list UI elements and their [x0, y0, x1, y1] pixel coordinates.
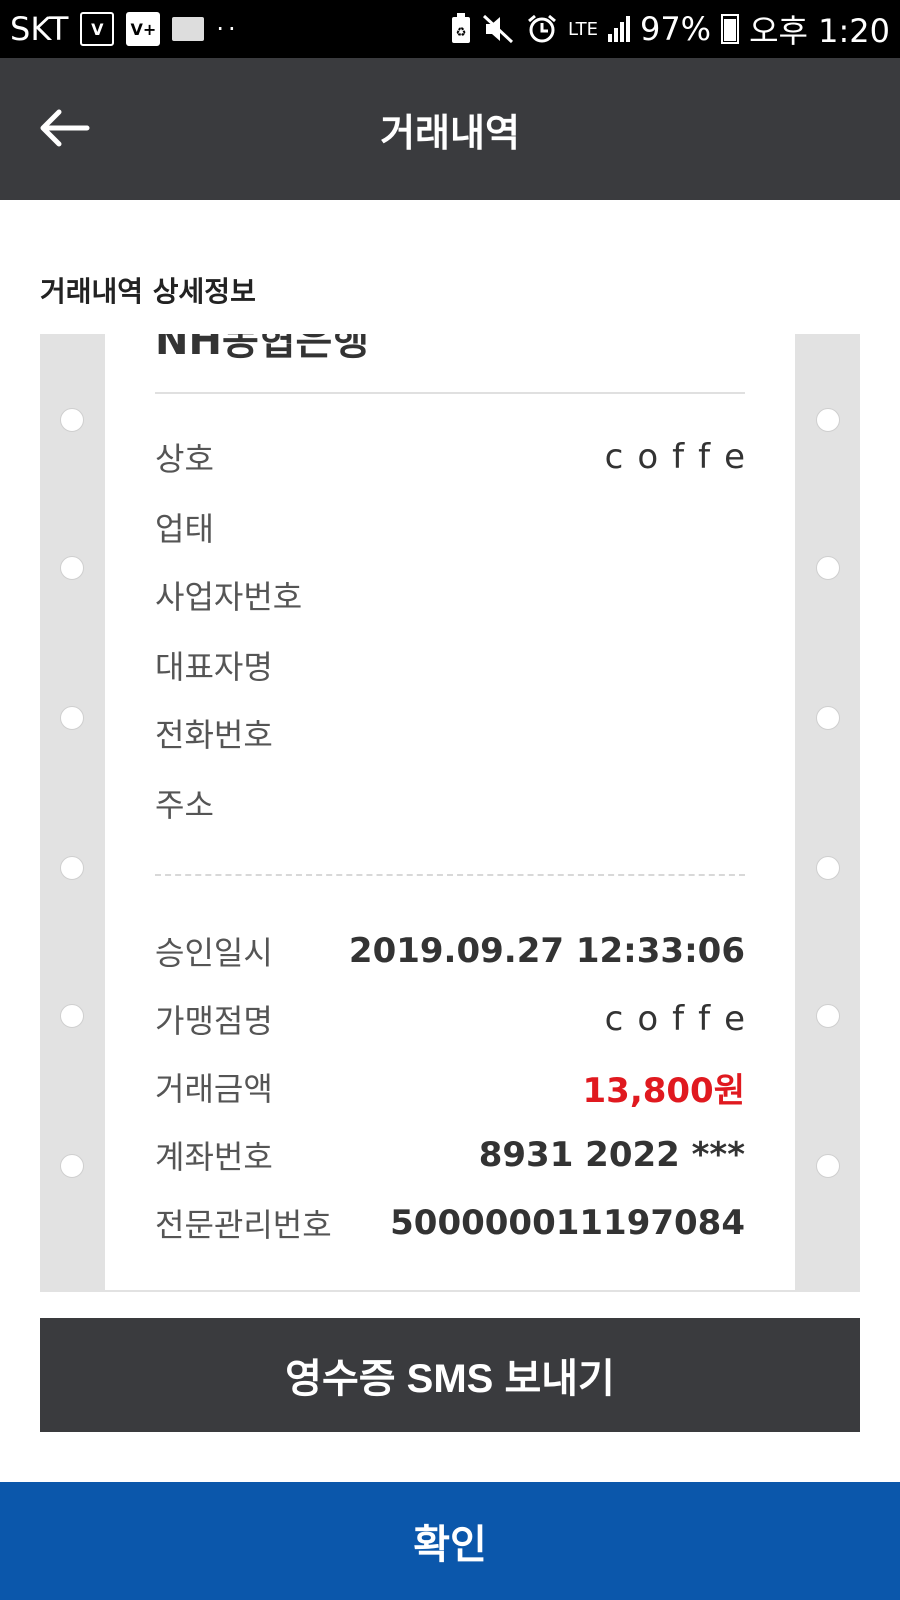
perforation-hole [60, 706, 84, 730]
store-name-row: 가맹점명 coffe [155, 994, 745, 1044]
row-label: 사업자번호 [155, 578, 303, 616]
network-type: LTE [568, 18, 598, 40]
confirm-button[interactable]: 확인 [0, 1482, 900, 1600]
battery-percent: 97% [639, 10, 712, 48]
divider-dashed [155, 874, 745, 876]
battery-icon [721, 14, 740, 44]
row-label: 상호 [155, 440, 214, 478]
perforation-hole [816, 1004, 840, 1028]
amount-value: 13,800원 [582, 1070, 745, 1111]
signal-icon [607, 16, 630, 42]
folder-icon [172, 17, 205, 41]
back-button[interactable] [34, 98, 94, 158]
row-label: 거래금액 [155, 1070, 273, 1108]
battery-saver-icon: ♻ [450, 13, 472, 45]
merchant-name-row: 상호 coffe [155, 432, 745, 482]
mute-icon [482, 14, 516, 44]
status-bar: SKT V V+ ·· ♻ LTE 97% 오후 1:20 [0, 0, 900, 58]
divider [155, 392, 745, 394]
alarm-icon [526, 13, 558, 45]
row-value: 8931 2022 *** [478, 1135, 745, 1175]
perforation-hole [60, 408, 84, 432]
more-dots-icon: ·· [216, 15, 240, 43]
row-label: 가맹점명 [155, 1002, 273, 1040]
amount-row: 거래금액 13,800원 [155, 1062, 745, 1112]
account-number-row: 계좌번호 8931 2022 *** [155, 1130, 745, 1180]
receipt-frame: NH농협은행 상호 coffe 업태 사업자번호 대표자명 전화번호 주소 승인… [40, 334, 860, 1292]
row-value: coffe [604, 999, 759, 1039]
perforation-hole [816, 556, 840, 580]
perforation-hole [60, 856, 84, 880]
receipt-header: NH농협은행 [155, 334, 370, 364]
row-value: 500000011197084 [390, 1203, 745, 1243]
perforation-hole [816, 856, 840, 880]
app-bar: 거래내역 [0, 58, 900, 200]
row-label: 업태 [155, 510, 214, 548]
row-value: coffe [604, 437, 759, 477]
perforation-hole [816, 706, 840, 730]
row-label: 대표자명 [155, 648, 273, 686]
perforation-hole [60, 1154, 84, 1178]
section-title: 거래내역 상세정보 [40, 275, 256, 308]
row-label: 계좌번호 [155, 1138, 273, 1176]
address-row: 주소 [155, 778, 745, 828]
clock: 오후 1:20 [749, 12, 890, 50]
row-label: 전문관리번호 [155, 1206, 332, 1244]
approval-datetime-row: 승인일시 2019.09.27 12:33:06 [155, 926, 745, 976]
send-receipt-sms-button[interactable]: 영수증 SMS 보내기 [40, 1318, 860, 1432]
receipt-paper[interactable]: NH농협은행 상호 coffe 업태 사업자번호 대표자명 전화번호 주소 승인… [105, 334, 795, 1290]
page-title: 거래내역 [380, 110, 520, 155]
business-type-row: 업태 [155, 502, 745, 552]
perforation-hole [816, 408, 840, 432]
management-number-row: 전문관리번호 500000011197084 [155, 1198, 745, 1248]
row-label: 주소 [155, 786, 214, 824]
volte-plus-icon: V+ [126, 12, 161, 46]
phone-row: 전화번호 [155, 708, 745, 758]
perforation-hole [816, 1154, 840, 1178]
arrow-left-icon [40, 109, 90, 147]
perforation-hole [60, 1004, 84, 1028]
row-label: 전화번호 [155, 716, 273, 754]
volte-icon: V [80, 12, 115, 46]
business-number-row: 사업자번호 [155, 570, 745, 620]
row-label: 승인일시 [155, 934, 273, 972]
representative-row: 대표자명 [155, 640, 745, 690]
row-value: 2019.09.27 12:33:06 [348, 931, 745, 971]
perforation-hole [60, 556, 84, 580]
carrier-label: SKT [10, 10, 69, 48]
svg-text:♻: ♻ [456, 25, 467, 39]
